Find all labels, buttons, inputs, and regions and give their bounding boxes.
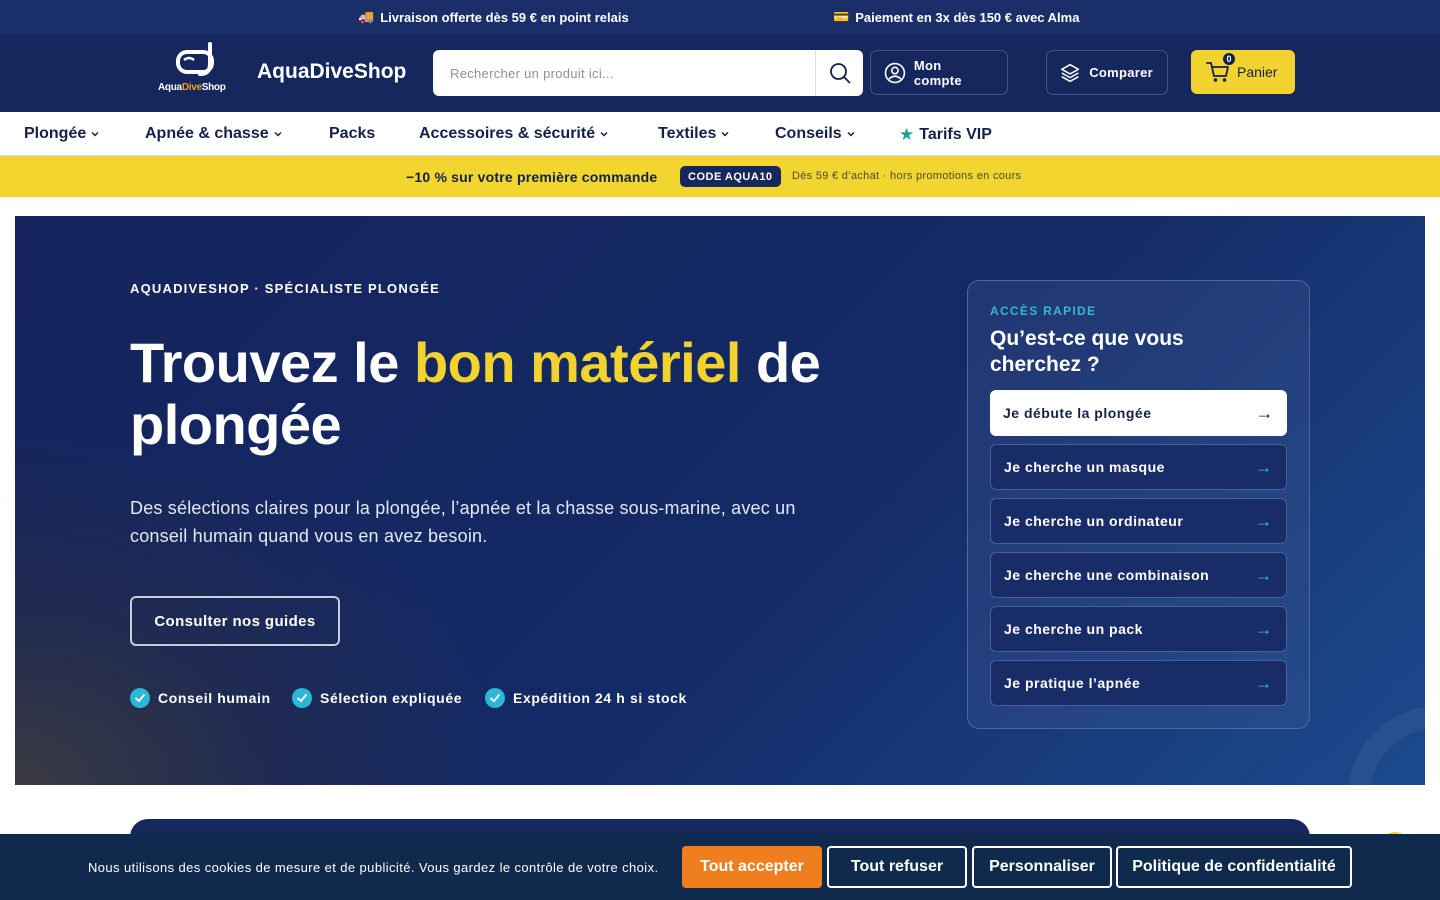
nav-item-conseils[interactable]: Conseils [775,125,855,143]
cookie-accept-button[interactable]: Tout accepter [682,846,822,888]
arrow-right-icon: → [1254,510,1273,531]
chevron-down-icon [91,131,99,137]
chevron-down-icon [721,131,729,137]
quick-access-label: ACCÈS RAPIDE [990,304,1097,318]
quick-access-card: ACCÈS RAPIDE Qu’est-ce que vous cherchez… [967,280,1310,729]
quick-option-label: Je cherche un ordinateur [1004,513,1184,529]
chevron-down-icon [600,131,608,137]
guides-button[interactable]: Consulter nos guides [130,596,340,646]
quick-option-label: Je cherche un pack [1004,621,1143,637]
decorative-ring [1348,706,1425,785]
shipping-text: Livraison offerte dès 59 € en point rela… [380,9,629,25]
feature-label: Expédition 24 h si stock [513,690,687,706]
cookie-customize-button[interactable]: Personnaliser [972,846,1112,888]
quick-option-apnee[interactable]: Je pratique l’apnée → [990,660,1287,706]
feature-item: Sélection expliquée [292,688,462,708]
credit-card-icon: 💳 [833,9,850,24]
compare-button[interactable]: Comparer [1046,50,1168,95]
search-icon [829,63,850,84]
nav-item-label: Conseils [775,125,842,142]
shipping-message: 🚚 Livraison offerte dès 59 € en point re… [358,9,629,25]
cart-label: Panier [1237,64,1278,80]
main-nav: Plongée Apnée & chasse Packs Accessoires… [0,112,1440,156]
cookie-consent-bar: Nous utilisons des cookies de mesure et … [0,834,1440,900]
nav-item-label: Accessoires & sécurité [419,125,596,142]
payment-text: Paiement en 3x dès 150 € avec Alma [855,9,1080,25]
feature-label: Sélection expliquée [320,690,463,706]
quick-option-label: Je pratique l’apnée [1004,675,1141,691]
brand-name[interactable]: AquaDiveShop [257,60,406,84]
privacy-policy-button[interactable]: Politique de confidentialité [1116,846,1352,888]
chevron-down-icon [847,131,855,137]
quick-option-combinaison[interactable]: Je cherche une combinaison → [990,552,1287,598]
quick-option-ordinateur[interactable]: Je cherche un ordinateur → [990,498,1287,544]
arrow-right-icon: → [1254,456,1273,477]
check-icon [485,688,505,708]
layers-icon [1061,63,1080,82]
nav-item-plongee[interactable]: Plongée [24,125,99,143]
cart-button[interactable]: 0 Panier [1191,50,1295,94]
search-button[interactable] [815,50,863,96]
nav-item-label: Textiles [658,125,717,142]
quick-option-label: Je cherche une combinaison [1004,567,1210,583]
quick-option-label: Je débute la plongée [1003,405,1152,421]
hero-title-highlight: bon matériel [413,331,741,394]
cookie-text: Nous utilisons des cookies de mesure et … [88,860,659,875]
promo-banner: −10 % sur votre première commande CODE A… [0,156,1440,197]
quick-access-title: Qu’est-ce que vous cherchez ? [990,327,1184,376]
promo-conditions: Dès 59 € d’achat · hors promotions en co… [792,170,1022,182]
nav-item-label: Apnée & chasse [145,125,269,142]
nav-item-label: Tarifs VIP [919,126,992,143]
quick-option-pack[interactable]: Je cherche un pack → [990,606,1287,652]
check-icon [292,688,312,708]
arrow-right-icon: → [1254,564,1273,585]
account-label: Mon compte [913,57,962,88]
promo-headline: −10 % sur votre première commande [406,169,658,185]
hero-section: AQUADIVESHOP · SPÉCIALISTE PLONGÉE Trouv… [15,216,1425,785]
cart-count-badge: 0 [1223,53,1235,65]
top-info-bar: 🚚 Livraison offerte dès 59 € en point re… [0,0,1440,34]
nav-item-tarifs-vip[interactable]: ★ Tarifs VIP [899,125,992,145]
arrow-right-icon: → [1255,402,1274,423]
search-input[interactable] [433,50,815,96]
nav-item-accessoires-securite[interactable]: Accessoires & sécurité [419,125,608,143]
promo-code-badge: CODE AQUA10 [680,166,781,187]
truck-icon: 🚚 [358,9,375,24]
feature-item: Conseil humain [130,688,271,708]
star-icon: ★ [899,125,915,144]
check-icon [130,688,150,708]
snorkel-mask-icon [176,42,214,76]
nav-item-apnee-chasse[interactable]: Apnée & chasse [145,125,282,143]
user-icon [884,62,906,83]
quick-option-label: Je cherche un masque [1004,459,1165,475]
nav-item-packs[interactable]: Packs [329,125,375,143]
nav-item-textiles[interactable]: Textiles [658,125,729,143]
quick-option-debute[interactable]: Je débute la plongée → [990,390,1287,436]
quick-option-masque[interactable]: Je cherche un masque → [990,444,1287,490]
nav-item-label: Packs [329,125,376,142]
payment-message: 💳 Paiement en 3x dès 150 € avec Alma [833,9,1079,25]
site-logo[interactable] [156,42,236,104]
site-header: AquaDiveShop AquaDiveShop Mon compte Com… [0,34,1440,112]
nav-item-label: Plongée [24,125,87,142]
hero-eyebrow: AQUADIVESHOP · SPÉCIALISTE PLONGÉE [130,281,440,296]
hero-lead: Des sélections claires pour la plongée, … [130,498,796,546]
logo-wordmark: AquaDiveShop [158,82,226,93]
compare-label: Comparer [1089,65,1153,80]
chevron-down-icon [274,131,282,137]
feature-item: Expédition 24 h si stock [485,688,687,708]
feature-label: Conseil humain [158,690,271,706]
cart-icon: 0 [1205,53,1235,85]
arrow-right-icon: → [1254,618,1273,639]
search-bar [433,50,863,96]
hero-title: Trouvez le bon matériel de plongée [130,331,821,456]
account-button[interactable]: Mon compte [870,50,1008,95]
arrow-right-icon: → [1254,672,1273,693]
cookie-refuse-button[interactable]: Tout refuser [827,846,967,888]
